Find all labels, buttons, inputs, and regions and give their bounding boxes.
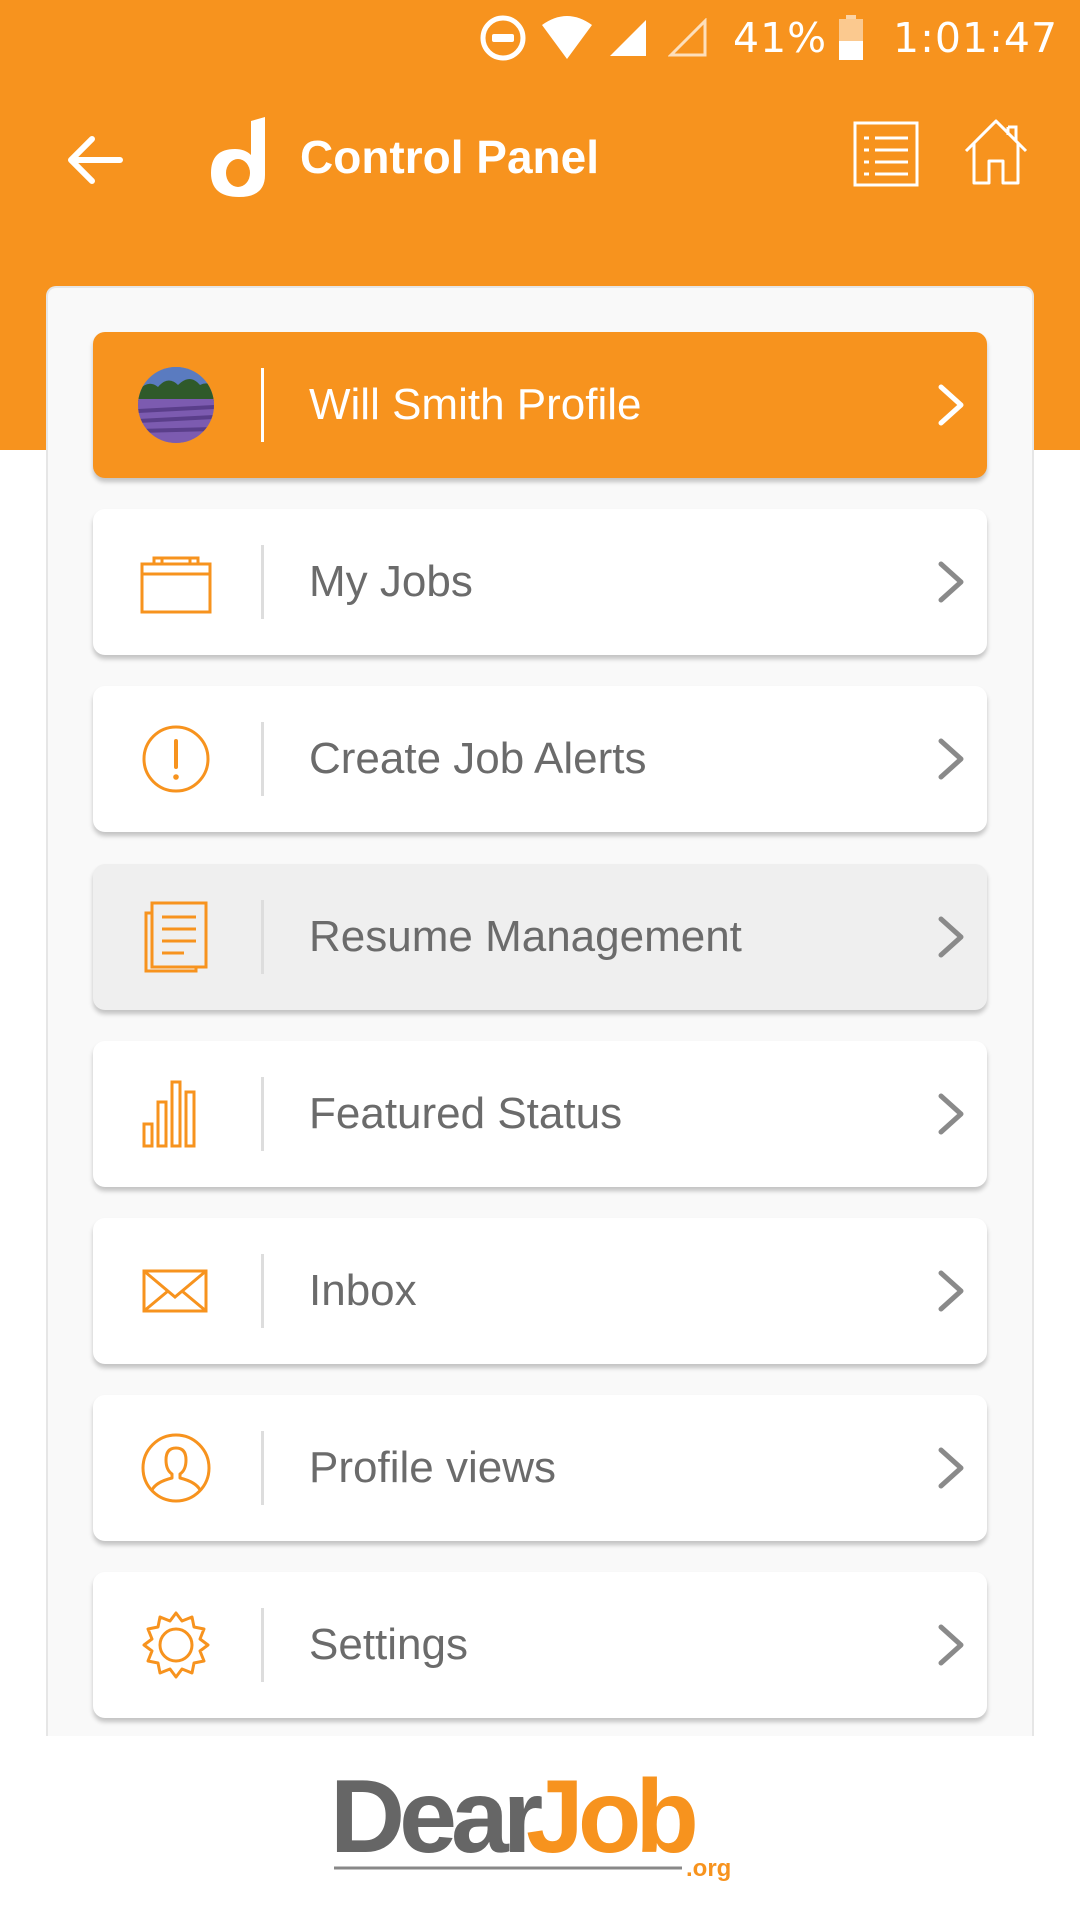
page-title: Control Panel — [300, 131, 600, 183]
item-divider — [261, 1431, 264, 1505]
chevron-right-icon — [933, 559, 969, 605]
chevron-right-icon — [933, 1445, 969, 1491]
menu-item-my-jobs[interactable]: My Jobs — [93, 509, 987, 655]
home-icon[interactable] — [962, 117, 1030, 187]
item-divider — [261, 722, 264, 796]
menu-item-label: Settings — [309, 1620, 468, 1669]
profile-avatar — [138, 367, 214, 443]
briefcase-icon — [138, 544, 214, 620]
item-divider — [261, 1254, 264, 1328]
menu-item-label: Inbox — [309, 1266, 417, 1315]
back-arrow-icon[interactable] — [60, 125, 130, 195]
brand-suffix: .org — [686, 1855, 731, 1882]
chevron-right-icon — [933, 382, 969, 428]
menu-item-label: Will Smith Profile — [309, 380, 642, 429]
chevron-right-icon — [933, 1091, 969, 1137]
menu-item-label: Featured Status — [309, 1089, 623, 1138]
signal-icon — [608, 12, 648, 64]
envelope-icon — [138, 1253, 214, 1329]
battery-icon — [838, 12, 864, 64]
battery-percent: 41% — [733, 14, 828, 62]
menu-item-inbox[interactable]: Inbox — [93, 1218, 987, 1364]
menu-item-profile[interactable]: Will Smith Profile — [93, 332, 987, 478]
brand-name-accent: Job — [526, 1762, 695, 1875]
menu-item-label: My Jobs — [309, 557, 473, 606]
list-icon[interactable] — [852, 120, 920, 188]
menu-item-job-alerts[interactable]: Create Job Alerts — [93, 686, 987, 832]
menu-item-settings[interactable]: Settings — [93, 1572, 987, 1718]
item-divider — [261, 1077, 264, 1151]
menu-item-label: Profile views — [309, 1443, 556, 1492]
chevron-right-icon — [933, 736, 969, 782]
menu-item-resume-management[interactable]: Resume Management — [93, 864, 987, 1010]
item-divider — [261, 1608, 264, 1682]
chevron-right-icon — [933, 1268, 969, 1314]
clock: 1:01:47 — [893, 14, 1059, 62]
menu-item-featured-status[interactable]: Featured Status — [93, 1041, 987, 1187]
dnd-icon — [478, 12, 528, 64]
bar-chart-icon — [138, 1076, 214, 1152]
signal-empty-icon — [668, 12, 708, 64]
item-divider — [261, 368, 264, 442]
gear-icon — [138, 1607, 214, 1683]
status-bar: 41% 1:01:47 — [0, 0, 1080, 75]
alert-icon — [138, 721, 214, 797]
menu-item-label: Resume Management — [309, 912, 742, 961]
item-divider — [261, 900, 264, 974]
app-logo-icon — [205, 115, 275, 200]
app-bar: Control Panel — [0, 75, 1080, 245]
item-divider — [261, 545, 264, 619]
menu-item-profile-views[interactable]: Profile views — [93, 1395, 987, 1541]
wifi-icon — [540, 12, 594, 64]
dearjob-logo: Dear Job .org — [330, 1759, 750, 1882]
user-icon — [138, 1430, 214, 1506]
chevron-right-icon — [933, 1622, 969, 1668]
menu-item-label: Create Job Alerts — [309, 734, 647, 783]
brand-name-dark: Dear — [330, 1762, 542, 1875]
document-icon — [138, 899, 214, 975]
chevron-right-icon — [933, 914, 969, 960]
